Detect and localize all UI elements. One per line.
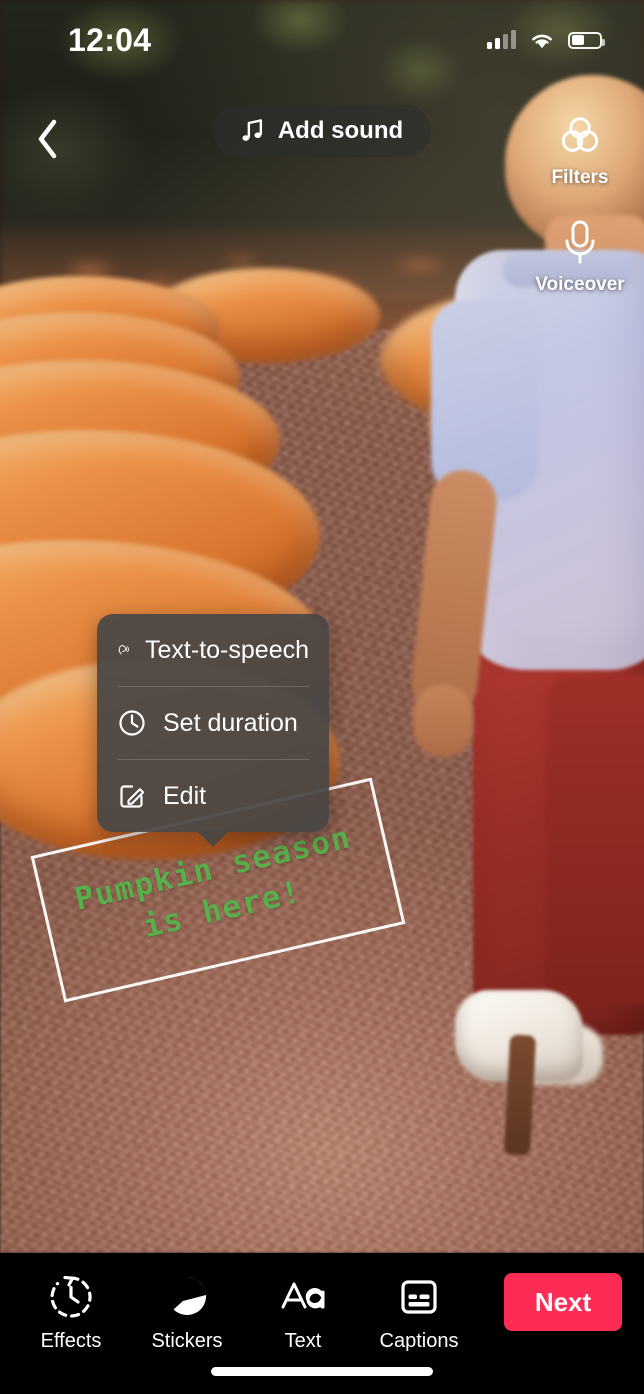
phone-screen: 12:04 Add sound Filters Voiceover Text-t… bbox=[0, 0, 644, 1394]
status-icons bbox=[487, 30, 605, 50]
voiceover-button[interactable]: Voiceover bbox=[535, 217, 625, 296]
tool-label: Effects bbox=[40, 1330, 102, 1352]
back-button[interactable] bbox=[22, 113, 74, 165]
clock-icon bbox=[119, 710, 145, 736]
child-leg bbox=[545, 675, 644, 1005]
voiceover-label: Voiceover bbox=[535, 274, 625, 295]
home-indicator-bar[interactable] bbox=[211, 1367, 433, 1376]
child-sleeve bbox=[431, 300, 539, 500]
back-chevron-icon bbox=[38, 119, 57, 159]
music-note-icon bbox=[242, 119, 263, 141]
tool-stickers[interactable]: Stickers bbox=[138, 1271, 236, 1353]
sticker-face-icon bbox=[173, 1276, 207, 1315]
tool-text[interactable]: Text bbox=[254, 1271, 352, 1353]
menu-item-set-duration[interactable]: Set duration bbox=[97, 687, 329, 759]
status-bar: 12:04 bbox=[0, 0, 644, 80]
edit-pencil-icon bbox=[120, 785, 145, 808]
menu-label: Text-to-speech bbox=[145, 635, 309, 664]
tool-label: Captions bbox=[379, 1330, 459, 1352]
captions-icon bbox=[401, 1280, 437, 1314]
menu-item-edit[interactable]: Edit bbox=[97, 760, 329, 832]
text-aa-icon bbox=[281, 1282, 325, 1309]
text-context-menu: Text-to-speech Set duration Edit bbox=[97, 614, 329, 847]
filters-button[interactable]: Filters bbox=[551, 112, 609, 189]
add-sound-button[interactable]: Add sound bbox=[212, 105, 432, 157]
microphone-icon bbox=[565, 220, 595, 264]
menu-item-text-to-speech[interactable]: Text-to-speech bbox=[97, 614, 329, 686]
filters-label: Filters bbox=[551, 167, 609, 188]
tool-effects[interactable]: Effects bbox=[22, 1271, 120, 1353]
filters-circles-icon bbox=[561, 117, 599, 152]
tool-captions[interactable]: Captions bbox=[370, 1271, 468, 1353]
right-tool-rail: Filters Voiceover bbox=[530, 112, 630, 296]
child-hand bbox=[413, 685, 473, 757]
add-sound-label: Add sound bbox=[277, 117, 404, 144]
menu-label: Edit bbox=[163, 781, 207, 810]
effects-clock-icon bbox=[50, 1275, 92, 1318]
next-button[interactable]: Next bbox=[504, 1273, 622, 1331]
wifi-icon bbox=[532, 34, 552, 48]
menu-pointer-tail bbox=[197, 831, 229, 847]
cellular-signal-icon bbox=[487, 30, 516, 49]
battery-icon bbox=[568, 31, 605, 49]
text-to-speech-icon bbox=[118, 645, 129, 655]
tool-label: Text bbox=[284, 1330, 322, 1352]
tool-label: Stickers bbox=[151, 1330, 223, 1352]
status-clock: 12:04 bbox=[68, 21, 152, 58]
tool-list: Effects Stickers Text Captions bbox=[22, 1271, 504, 1353]
menu-label: Set duration bbox=[163, 708, 298, 737]
